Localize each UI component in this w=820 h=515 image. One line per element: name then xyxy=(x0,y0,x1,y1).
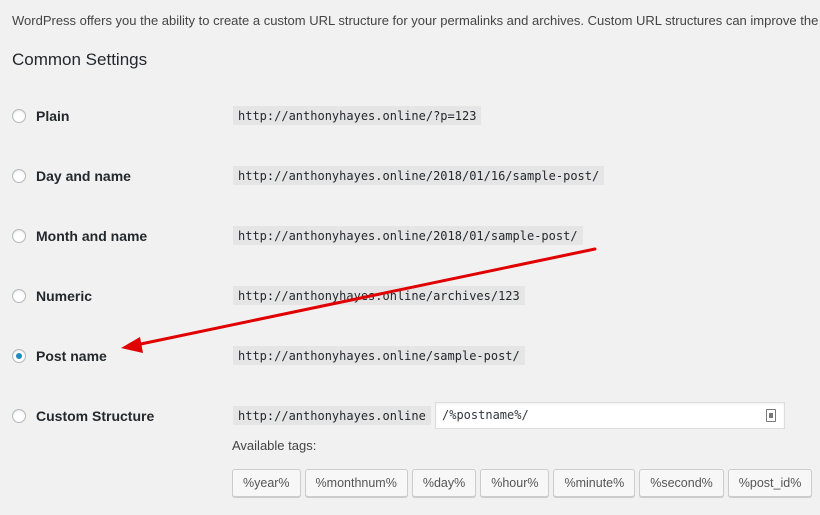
annotation-arrow-line xyxy=(134,247,597,347)
annotation-arrow-head xyxy=(121,337,143,353)
annotation-arrow xyxy=(121,247,597,353)
